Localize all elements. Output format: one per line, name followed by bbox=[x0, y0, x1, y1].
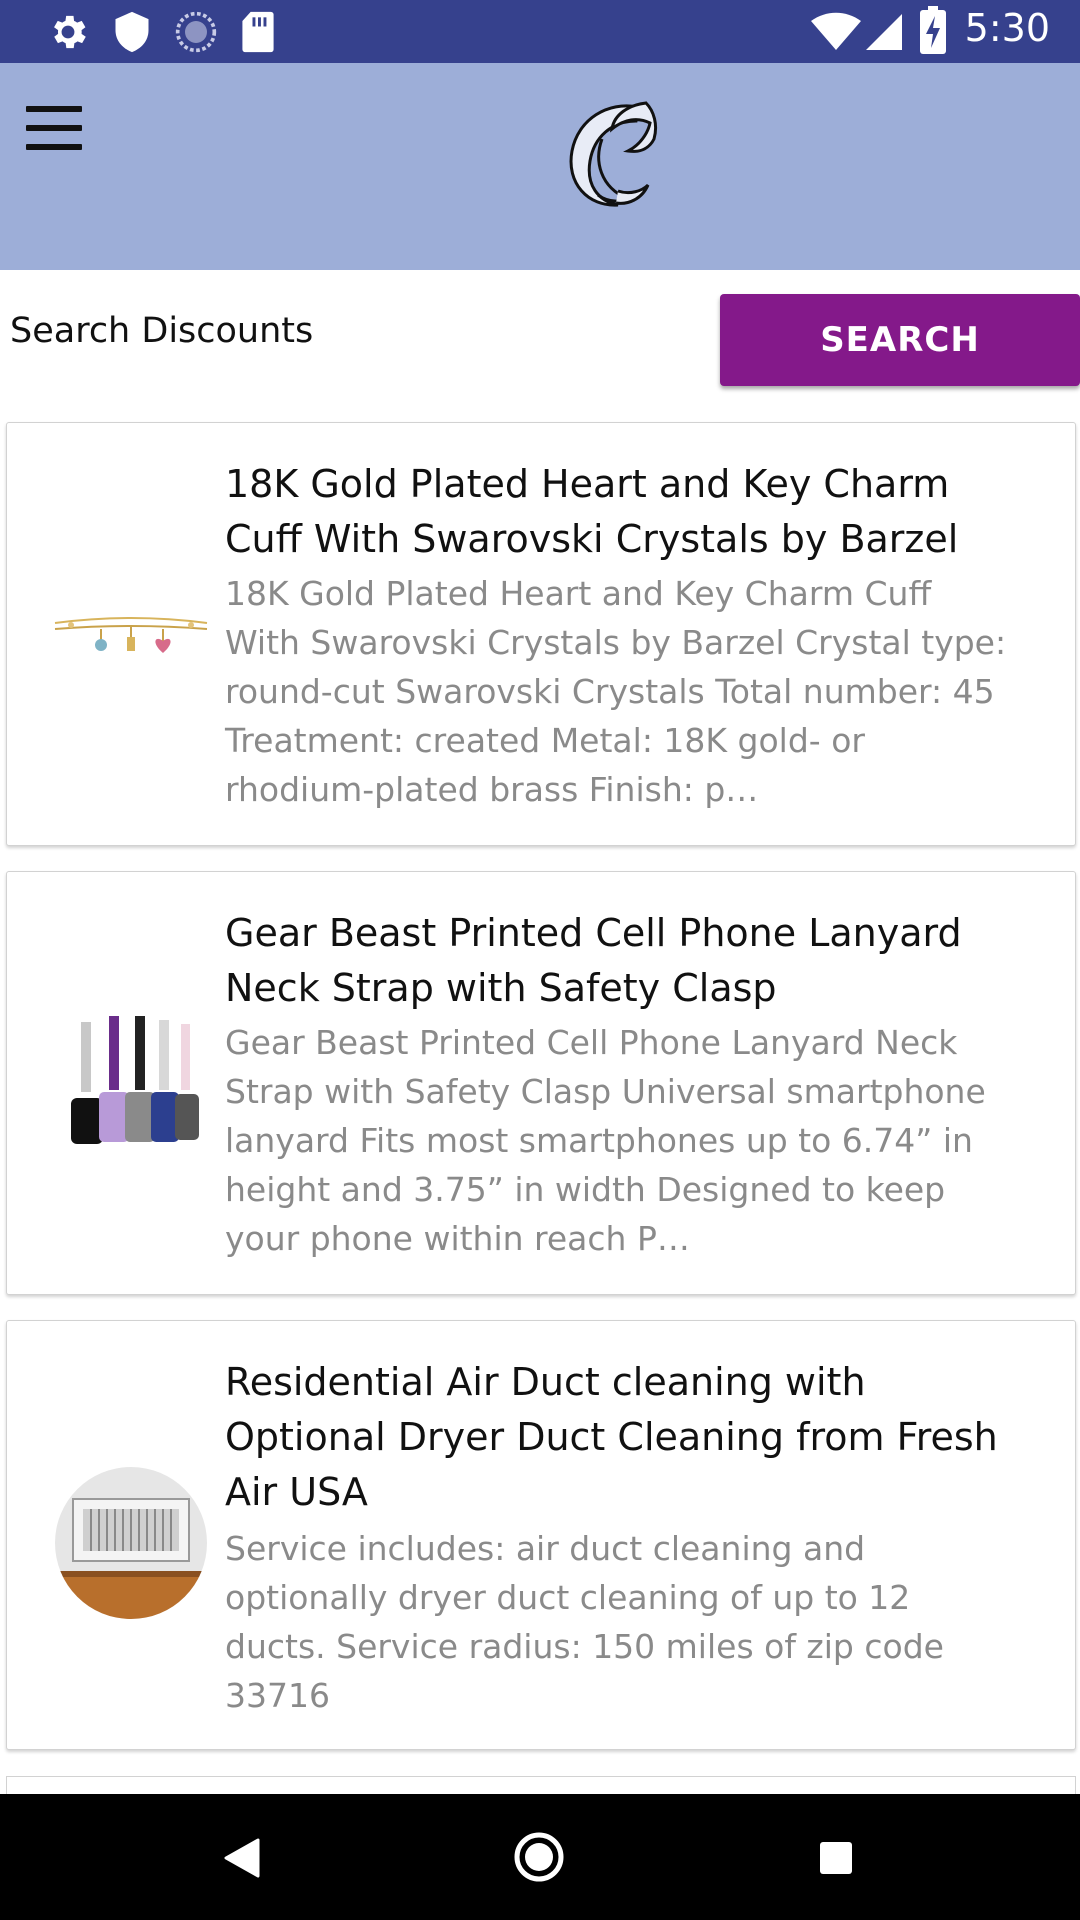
deal-card[interactable]: Residential Air Duct cleaning with Optio… bbox=[6, 1320, 1076, 1750]
deal-description: 18K Gold Plated Heart and Key Charm Cuff… bbox=[225, 574, 1007, 809]
app-bar bbox=[0, 63, 1080, 270]
back-button[interactable] bbox=[172, 1794, 312, 1920]
air-vent-image bbox=[55, 1467, 207, 1619]
home-icon bbox=[514, 1832, 564, 1882]
deal-title: Gear Beast Printed Cell Phone Lanyard Ne… bbox=[225, 911, 962, 1010]
app-logo bbox=[569, 101, 658, 207]
status-bar: 5:30 bbox=[0, 0, 1080, 63]
deal-description: Service includes: air duct cleaning and … bbox=[225, 1529, 944, 1715]
search-row: SEARCH bbox=[0, 270, 1080, 410]
deal-description: Gear Beast Printed Cell Phone Lanyard Ne… bbox=[225, 1023, 986, 1258]
sync-icon bbox=[175, 11, 217, 53]
wifi-icon bbox=[811, 12, 861, 50]
recents-icon bbox=[820, 1842, 852, 1874]
bracelet-image bbox=[54, 617, 208, 653]
signal-icon bbox=[866, 14, 902, 50]
recents-button[interactable] bbox=[767, 1794, 907, 1920]
lanyard-image bbox=[71, 1016, 199, 1144]
deal-card[interactable]: 18K Gold Plated Heart and Key Charm Cuff… bbox=[6, 422, 1076, 846]
hamburger-menu-icon[interactable] bbox=[26, 106, 82, 150]
navigation-bar bbox=[0, 1794, 1080, 1920]
clock-time: 5:30 bbox=[964, 6, 1050, 50]
deal-title: Residential Air Duct cleaning with Optio… bbox=[225, 1360, 998, 1514]
sd-card-icon bbox=[242, 11, 274, 53]
settings-icon bbox=[54, 15, 86, 49]
home-button[interactable] bbox=[469, 1794, 609, 1920]
deal-card[interactable]: Gear Beast Printed Cell Phone Lanyard Ne… bbox=[6, 871, 1076, 1295]
back-icon bbox=[224, 1838, 260, 1878]
deal-title: 18K Gold Plated Heart and Key Charm Cuff… bbox=[225, 462, 959, 561]
search-button[interactable]: SEARCH bbox=[720, 294, 1080, 386]
search-input[interactable] bbox=[10, 300, 690, 362]
shield-icon bbox=[115, 11, 149, 53]
battery-charging-icon bbox=[920, 6, 946, 54]
